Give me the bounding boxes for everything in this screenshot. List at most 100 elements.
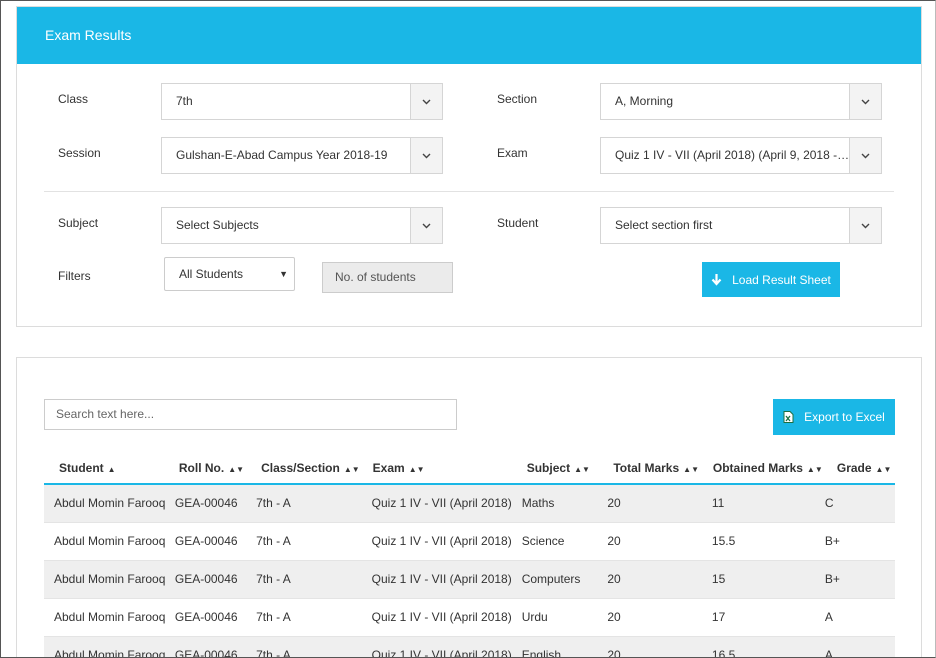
chevron-down-icon[interactable]	[410, 138, 442, 173]
session-select-value: Gulshan-E-Abad Campus Year 2018-19	[176, 148, 388, 162]
subject-label: Subject	[58, 216, 99, 230]
section-select[interactable]: A, Morning	[600, 83, 882, 120]
student-filter-select[interactable]: All Students ▼	[164, 257, 295, 291]
class-section-cell: 7th - A	[247, 522, 360, 561]
column-header-obtained-marks[interactable]: Obtained Marks ▲▼	[700, 453, 823, 485]
table-row[interactable]: Abdul Momin Farooq GEA-00046 7th - A Quiz 1…	[44, 636, 895, 657]
obtained-marks-cell: 15.5	[700, 522, 823, 561]
obtained-marks-cell: 11	[700, 484, 823, 523]
excel-file-icon	[783, 411, 794, 423]
export-button-label: Export to Excel	[804, 410, 885, 424]
student-select[interactable]: Select section first	[600, 207, 882, 244]
chevron-down-icon[interactable]	[849, 208, 881, 243]
table-row[interactable]: Abdul Momin Farooq GEA-00046 7th - A Quiz 1…	[44, 522, 895, 561]
column-header-subject[interactable]: Subject ▲▼	[511, 453, 600, 485]
table-row[interactable]: Abdul Momin Farooq GEA-00046 7th - A Quiz 1…	[44, 484, 895, 523]
exam-label: Exam	[497, 146, 528, 160]
roll-no-cell: GEA-00046	[165, 598, 248, 637]
arrow-down-icon	[711, 273, 722, 286]
search-placeholder: Search text here...	[56, 407, 155, 421]
subject-cell: Urdu	[511, 598, 600, 637]
column-header-class-section[interactable]: Class/Section ▲▼	[247, 453, 360, 485]
subject-cell: Science	[511, 522, 600, 561]
exam-cell: Quiz 1 IV - VII (April 2018)	[359, 636, 512, 657]
column-header-exam[interactable]: Exam ▲▼	[359, 453, 512, 485]
student-cell: Abdul Momin Farooq	[44, 560, 166, 599]
filters-label: Filters	[58, 269, 91, 283]
grade-cell: A	[822, 598, 895, 637]
class-section-cell: 7th - A	[247, 560, 360, 599]
panel-title: Exam Results	[17, 7, 921, 64]
section-label: Section	[497, 92, 538, 106]
student-count-placeholder: No. of students	[335, 270, 416, 284]
student-cell: Abdul Momin Farooq	[44, 522, 166, 561]
app-frame: Exam Results Class 7th Section A, Mornin…	[0, 0, 936, 658]
obtained-marks-cell: 16.5	[700, 636, 823, 657]
total-marks-cell: 20	[599, 636, 701, 657]
roll-no-cell: GEA-00046	[165, 560, 248, 599]
grade-cell: A	[822, 636, 895, 657]
exam-cell: Quiz 1 IV - VII (April 2018)	[359, 598, 512, 637]
results-panel: Search text here... Export to Excel Stud…	[16, 357, 922, 657]
class-select[interactable]: 7th	[161, 83, 443, 120]
table-row[interactable]: Abdul Momin Farooq GEA-00046 7th - A Quiz 1…	[44, 560, 895, 599]
total-marks-cell: 20	[599, 598, 701, 637]
subject-cell: English	[511, 636, 600, 657]
total-marks-cell: 20	[599, 484, 701, 523]
class-label: Class	[58, 92, 89, 106]
caret-down-icon: ▼	[279, 269, 288, 279]
student-count-input[interactable]: No. of students	[322, 262, 453, 293]
search-input[interactable]: Search text here...	[44, 399, 457, 430]
session-label: Session	[58, 146, 101, 160]
load-result-sheet-button[interactable]: Load Result Sheet	[702, 262, 840, 297]
column-header-grade[interactable]: Grade ▲▼	[822, 453, 895, 485]
student-cell: Abdul Momin Farooq	[44, 636, 166, 657]
class-select-value: 7th	[176, 94, 193, 108]
subject-select-value: Select Subjects	[176, 218, 259, 232]
sort-icon: ▲▼	[343, 465, 360, 474]
class-section-cell: 7th - A	[247, 484, 360, 523]
column-header-student[interactable]: Student ▲	[44, 453, 166, 485]
obtained-marks-cell: 15	[700, 560, 823, 599]
sort-asc-icon: ▲	[107, 465, 116, 474]
grade-cell: B+	[822, 522, 895, 561]
exam-cell: Quiz 1 IV - VII (April 2018)	[359, 522, 512, 561]
subject-cell: Computers	[511, 560, 600, 599]
student-cell: Abdul Momin Farooq	[44, 598, 166, 637]
chevron-down-icon[interactable]	[410, 208, 442, 243]
exam-filter-panel: Exam Results Class 7th Section A, Mornin…	[16, 6, 922, 327]
student-cell: Abdul Momin Farooq	[44, 484, 166, 523]
chevron-down-icon[interactable]	[410, 84, 442, 119]
column-header-roll-no[interactable]: Roll No. ▲▼	[165, 453, 248, 485]
results-table: Student ▲ Roll No. ▲▼ Class/Section ▲▼ Exam…	[44, 453, 895, 657]
obtained-marks-cell: 17	[700, 598, 823, 637]
subject-select[interactable]: Select Subjects	[161, 207, 443, 244]
sort-icon: ▲▼	[683, 465, 699, 474]
exam-cell: Quiz 1 IV - VII (April 2018)	[359, 484, 512, 523]
chevron-down-icon[interactable]	[849, 138, 881, 173]
sort-icon: ▲▼	[228, 465, 245, 474]
student-select-value: Select section first	[615, 218, 713, 232]
sort-icon: ▲▼	[574, 465, 590, 474]
form-divider	[44, 191, 894, 192]
chevron-down-icon[interactable]	[849, 84, 881, 119]
subject-cell: Maths	[511, 484, 600, 523]
student-label: Student	[497, 216, 539, 230]
roll-no-cell: GEA-00046	[165, 484, 248, 523]
exam-cell: Quiz 1 IV - VII (April 2018)	[359, 560, 512, 599]
class-section-cell: 7th - A	[247, 636, 360, 657]
table-row[interactable]: Abdul Momin Farooq GEA-00046 7th - A Quiz 1…	[44, 598, 895, 637]
column-header-total-marks[interactable]: Total Marks ▲▼	[599, 453, 701, 485]
roll-no-cell: GEA-00046	[165, 636, 248, 657]
total-marks-cell: 20	[599, 560, 701, 599]
session-select[interactable]: Gulshan-E-Abad Campus Year 2018-19	[161, 137, 443, 174]
total-marks-cell: 20	[599, 522, 701, 561]
load-button-label: Load Result Sheet	[732, 272, 831, 287]
class-section-cell: 7th - A	[247, 598, 360, 637]
exam-select-value: Quiz 1 IV - VII (April 2018) (April 9, 2…	[615, 148, 850, 162]
sort-icon: ▲▼	[875, 465, 892, 474]
table-header-row: Student ▲ Roll No. ▲▼ Class/Section ▲▼ Exam…	[44, 453, 895, 485]
grade-cell: B+	[822, 560, 895, 599]
export-excel-button[interactable]: Export to Excel	[773, 399, 895, 435]
exam-select[interactable]: Quiz 1 IV - VII (April 2018) (April 9, 2…	[600, 137, 882, 174]
